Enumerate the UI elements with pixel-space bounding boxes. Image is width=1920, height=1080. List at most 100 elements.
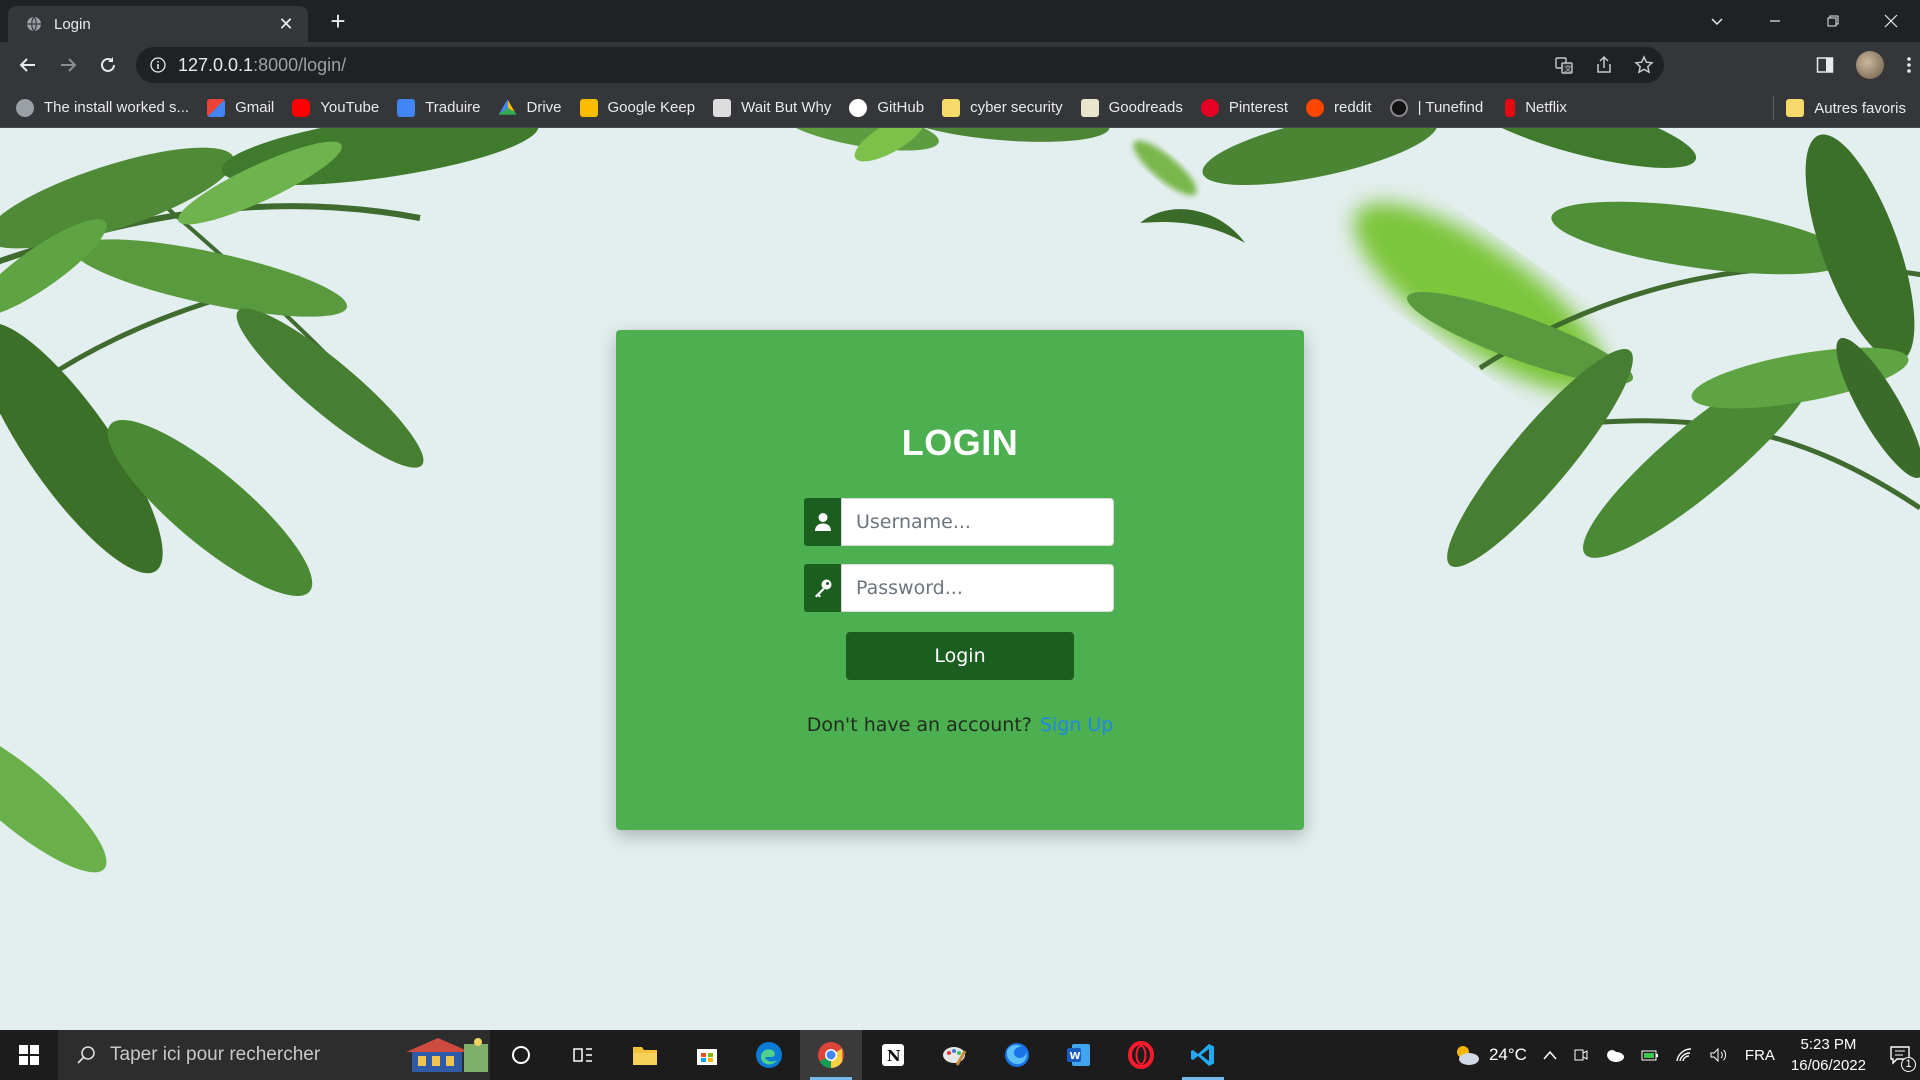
folder-icon — [942, 98, 961, 117]
notification-center-icon[interactable]: 1 — [1880, 1030, 1920, 1080]
tab-search-icon[interactable] — [1688, 0, 1746, 42]
wifi-icon[interactable] — [1675, 1047, 1693, 1063]
password-input[interactable] — [841, 564, 1114, 612]
bookmark-label: Pinterest — [1228, 99, 1289, 116]
bookmark-label: Gmail — [235, 99, 275, 116]
close-window-icon[interactable] — [1862, 0, 1920, 42]
bookmark-label: GitHub — [877, 99, 925, 116]
edge-icon[interactable] — [738, 1030, 800, 1080]
share-icon[interactable] — [1594, 55, 1614, 75]
bookmark-youtube[interactable]: YouTube — [292, 98, 380, 117]
login-title: LOGIN — [901, 422, 1019, 463]
bookmark-label: reddit — [1334, 99, 1372, 116]
chrome-icon[interactable] — [800, 1030, 862, 1080]
user-icon — [804, 498, 841, 546]
weather-widget[interactable]: 24°C — [1453, 1044, 1527, 1066]
minimize-icon[interactable] — [1746, 0, 1804, 42]
bookmark-label: Google Keep — [607, 99, 696, 116]
bookmark-netflix[interactable]: Netflix — [1501, 98, 1567, 117]
word-icon[interactable]: W — [1048, 1030, 1110, 1080]
notification-count: 1 — [1901, 1057, 1916, 1072]
bookmark-github[interactable]: GitHub — [849, 98, 925, 117]
taskbar-clock[interactable]: 5:23 PM 16/06/2022 — [1791, 1034, 1866, 1076]
bookmark-gmail[interactable]: Gmail — [207, 98, 275, 117]
youtube-icon — [292, 98, 311, 117]
bookmark-label: YouTube — [320, 99, 380, 116]
language-indicator[interactable]: FRA — [1745, 1047, 1775, 1064]
battery-icon[interactable] — [1641, 1048, 1659, 1062]
reload-icon[interactable] — [88, 47, 128, 83]
site-info-icon[interactable] — [150, 57, 166, 73]
new-tab-icon[interactable]: + — [326, 8, 350, 34]
task-view-icon[interactable] — [552, 1030, 614, 1080]
bookmark-goodreads[interactable]: Goodreads — [1080, 98, 1183, 117]
bookmark-star-icon[interactable] — [1634, 55, 1654, 75]
signup-link[interactable]: Sign Up — [1040, 714, 1113, 736]
folder-icon — [1786, 99, 1805, 117]
bookmark-django[interactable]: The install worked s... — [16, 98, 189, 117]
vscode-icon[interactable] — [1172, 1030, 1234, 1080]
bookmark-waitbutwhy[interactable]: Wait But Why — [713, 98, 832, 117]
notion-icon[interactable]: N — [862, 1030, 924, 1080]
bookmark-pinterest[interactable]: Pinterest — [1200, 98, 1289, 117]
other-bookmarks-label: Autres favoris — [1814, 99, 1906, 117]
windows-start-icon[interactable] — [0, 1030, 58, 1080]
github-icon — [849, 98, 868, 117]
profile-avatar[interactable] — [1856, 51, 1884, 79]
taskbar-search-box[interactable]: Taper ici pour rechercher — [58, 1030, 490, 1080]
bookmark-label: Wait But Why — [741, 99, 832, 116]
store-icon[interactable] — [676, 1030, 738, 1080]
chevron-up-icon[interactable] — [1543, 1050, 1557, 1060]
opera-icon[interactable] — [1110, 1030, 1172, 1080]
bookmark-keep[interactable]: Google Keep — [579, 98, 696, 117]
translate-icon — [397, 98, 416, 117]
volume-icon[interactable] — [1709, 1047, 1729, 1063]
bookmarks-divider — [1773, 96, 1774, 120]
bookmark-label: Drive — [526, 99, 562, 116]
bookmark-label: Traduire — [425, 99, 481, 116]
bookmark-reddit[interactable]: reddit — [1306, 98, 1372, 117]
globe-icon — [16, 98, 34, 117]
bookmark-traduire[interactable]: Traduire — [397, 98, 481, 117]
username-input[interactable] — [841, 498, 1114, 546]
svg-text:W: W — [1070, 1051, 1081, 1062]
taskbar-search-placeholder: Taper ici pour rechercher — [110, 1044, 321, 1065]
meet-now-icon[interactable] — [1573, 1047, 1589, 1063]
bookmark-label: Goodreads — [1108, 99, 1183, 116]
address-bar[interactable]: 127.0.0.1:8000/login/ 文 — [136, 47, 1664, 83]
back-icon[interactable] — [8, 47, 48, 83]
svg-text:文: 文 — [1565, 64, 1572, 73]
onedrive-icon[interactable] — [1605, 1048, 1625, 1062]
bookmark-cyber-security[interactable]: cyber security — [942, 98, 1063, 117]
login-button[interactable]: Login — [846, 632, 1074, 680]
bookmark-tunefind[interactable]: | Tunefind — [1389, 98, 1483, 117]
svg-text:N: N — [887, 1047, 901, 1065]
bookmark-label: Netflix — [1525, 99, 1567, 116]
waitbutwhy-icon — [713, 98, 732, 117]
password-field-group — [804, 564, 1114, 612]
username-field-group — [804, 498, 1114, 546]
firefox-icon[interactable] — [986, 1030, 1048, 1080]
close-tab-icon[interactable]: ✕ — [276, 14, 296, 35]
paint-icon[interactable] — [924, 1030, 986, 1080]
weather-temp: 24°C — [1488, 1045, 1527, 1064]
search-highlight-illustration — [406, 1038, 488, 1072]
translate-page-icon[interactable]: 文 — [1554, 55, 1574, 75]
signup-prompt-row: Don't have an account? Sign Up — [616, 714, 1304, 736]
url-path: :8000/login/ — [253, 54, 347, 75]
kebab-menu-icon[interactable] — [1906, 56, 1912, 74]
restore-icon[interactable] — [1804, 0, 1862, 42]
forward-icon[interactable] — [48, 47, 88, 83]
file-explorer-icon[interactable] — [614, 1030, 676, 1080]
netflix-icon — [1505, 98, 1516, 117]
signup-prompt-text: Don't have an account? — [806, 714, 1032, 736]
cortana-icon[interactable] — [490, 1030, 552, 1080]
clock-time: 5:23 PM — [1800, 1036, 1857, 1053]
other-bookmarks[interactable]: Autres favoris — [1786, 88, 1906, 128]
bookmarks-bar: The install worked s... Gmail YouTube Tr… — [0, 88, 1920, 128]
windows-taskbar: Taper ici pour rechercher N W 24°C FRA 5… — [0, 1030, 1920, 1080]
reddit-icon — [1306, 98, 1325, 117]
bookmark-drive[interactable]: Drive — [498, 99, 562, 117]
tab-login[interactable]: Login ✕ — [8, 6, 308, 42]
side-panel-icon[interactable] — [1816, 56, 1834, 74]
